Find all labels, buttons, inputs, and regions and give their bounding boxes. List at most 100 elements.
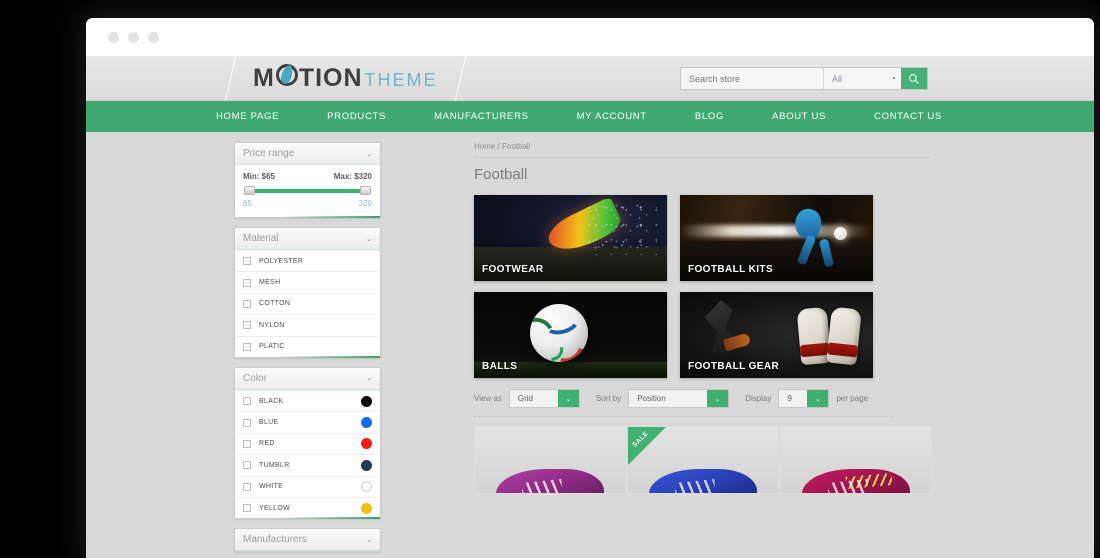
window-close-dot[interactable]	[108, 31, 119, 43]
display-count-select[interactable]: 9 ⌄	[778, 389, 830, 408]
chevron-down-icon[interactable]: ⌄	[807, 390, 829, 407]
slider-handle-min[interactable]	[244, 186, 255, 195]
panel-manufacturers: Manufacturers ⌄	[234, 528, 381, 553]
filter-row[interactable]: BLUE	[235, 411, 380, 432]
color-swatch-tumblr	[361, 459, 372, 471]
panel-material-header[interactable]: Material ⌄	[235, 228, 380, 250]
product-image	[496, 469, 604, 493]
checkbox-blue[interactable]	[243, 418, 251, 427]
page-body: Price range ⌄ Min: $65 Max: $320 65 320 …	[86, 132, 1094, 558]
checkbox-black[interactable]	[243, 397, 251, 406]
nav-item-products[interactable]: PRODUCTS	[303, 111, 410, 122]
filter-row[interactable]: COTTON	[235, 292, 380, 314]
site-logo[interactable]: M TION THEME	[224, 56, 466, 101]
filter-label: MESH	[259, 279, 281, 287]
window-minimize-dot[interactable]	[128, 31, 139, 43]
breadcrumb[interactable]: Home / Football	[474, 138, 1094, 157]
view-as-value: Grid	[517, 394, 533, 403]
checkbox-mesh[interactable]	[243, 278, 251, 287]
checkbox-white[interactable]	[243, 482, 251, 491]
display-count-value: 9	[787, 394, 792, 403]
sort-by-label: Sort by	[595, 394, 622, 403]
logo-text-theme: THEME	[364, 70, 438, 90]
panel-color: Color ⌄ BLACK BLUE RED TUMBLR WHITE YELL…	[234, 366, 381, 520]
filter-row[interactable]: WHITE	[235, 475, 380, 497]
filter-label: BLACK	[259, 397, 284, 405]
nav-item-home-page[interactable]: HOME PAGE	[192, 111, 303, 122]
search-button[interactable]	[901, 68, 927, 89]
view-as-label: View as	[474, 394, 502, 403]
checkbox-polyester[interactable]	[243, 257, 251, 266]
nav-item-contact-us[interactable]: CONTACT US	[850, 111, 966, 122]
filter-label: COTTON	[259, 300, 291, 308]
filter-label: YELLOW	[259, 504, 290, 512]
filter-label: NYLON	[259, 321, 285, 329]
color-swatch-black	[361, 395, 372, 407]
product-card-blue[interactable]: SALE	[627, 426, 779, 494]
filter-row[interactable]: RED	[235, 432, 380, 454]
product-card-pink[interactable]	[780, 426, 932, 494]
panel-price-range: Price range ⌄ Min: $65 Max: $320 65 320	[234, 142, 381, 218]
panel-color-header[interactable]: Color ⌄	[235, 367, 380, 390]
color-swatch-white	[361, 481, 372, 493]
category-tile-label: FOOTBALL KITS	[688, 264, 774, 275]
panel-underline	[235, 216, 380, 218]
price-min-label: Min: $65	[243, 172, 276, 181]
category-tile-football-gear[interactable]: FOOTBALL GEAR	[680, 292, 873, 378]
checkbox-nylon[interactable]	[243, 321, 251, 330]
filter-row[interactable]: PLATIC	[235, 335, 380, 357]
search-icon	[909, 73, 919, 84]
nav-item-my-account[interactable]: MY ACCOUNT	[553, 111, 671, 122]
chevron-down-icon[interactable]: ⌄	[366, 235, 372, 243]
search-category-select[interactable]: All ▪	[823, 68, 901, 89]
price-range-slider[interactable]	[244, 186, 371, 195]
checkbox-cotton[interactable]	[243, 299, 251, 308]
window-maximize-dot[interactable]	[148, 31, 159, 43]
logo-text-tion: TION	[298, 64, 363, 92]
chevron-down-icon[interactable]: ⌄	[366, 374, 372, 382]
search-box[interactable]: All ▪	[680, 67, 928, 90]
main-content: Home / Football Football FOOTWEAR FOOTBA…	[474, 138, 1094, 494]
filter-label: WHITE	[259, 483, 284, 491]
browser-window: M TION THEME All ▪	[86, 18, 1094, 558]
chevron-down-icon[interactable]: ⌄	[707, 390, 729, 407]
checkbox-red[interactable]	[243, 439, 251, 448]
sort-by-select[interactable]: Position ⌄	[628, 389, 730, 408]
panel-color-title: Color	[243, 372, 267, 384]
chevron-down-icon[interactable]: ⌄	[366, 150, 372, 158]
product-image	[802, 469, 910, 493]
filter-row[interactable]: MESH	[235, 271, 380, 292]
filter-row[interactable]: NYLON	[235, 314, 380, 335]
search-category-value: All	[832, 73, 843, 84]
nav-item-about-us[interactable]: ABOUT US	[748, 111, 850, 122]
chevron-down-icon[interactable]: ⌄	[366, 536, 372, 544]
nav-item-manufacturers[interactable]: MANUFACTURERS	[410, 111, 553, 122]
filter-row[interactable]: BLACK	[235, 389, 380, 411]
panel-price-range-title: Price range	[243, 148, 295, 159]
category-tile-footwear[interactable]: FOOTWEAR	[474, 195, 667, 281]
logo-leaf-icon	[275, 63, 298, 86]
search-input[interactable]	[681, 68, 823, 89]
sort-by-value: Position	[637, 394, 666, 403]
checkbox-platic[interactable]	[243, 342, 251, 351]
browser-titlebar	[86, 18, 1094, 56]
checkbox-tumblr[interactable]	[243, 461, 251, 470]
slider-handle-max[interactable]	[360, 186, 371, 195]
category-tile-football-kits[interactable]: FOOTBALL KITS	[680, 195, 873, 281]
panel-price-range-header[interactable]: Price range ⌄	[235, 143, 380, 165]
checkbox-yellow[interactable]	[243, 504, 251, 513]
filter-row[interactable]: YELLOW	[235, 496, 380, 518]
filter-label: PLATIC	[259, 343, 285, 351]
product-grid: SALE	[474, 426, 932, 494]
filter-row[interactable]: TUMBLR	[235, 454, 380, 475]
filter-row[interactable]: POLYESTER	[235, 250, 380, 271]
category-tile-balls[interactable]: BALLS	[474, 292, 667, 378]
nav-item-blog[interactable]: BLOG	[671, 111, 748, 122]
product-list-toolbar: View as Grid ⌄ Sort by Position ⌄ Displa…	[474, 389, 894, 417]
panel-manufacturers-header[interactable]: Manufacturers ⌄	[235, 529, 380, 552]
view-as-select[interactable]: Grid ⌄	[508, 389, 580, 408]
chevron-down-icon[interactable]: ⌄	[557, 390, 579, 407]
page-viewport: M TION THEME All ▪	[86, 56, 1094, 558]
product-card-purple[interactable]	[474, 426, 626, 494]
filter-label: POLYESTER	[259, 257, 304, 265]
